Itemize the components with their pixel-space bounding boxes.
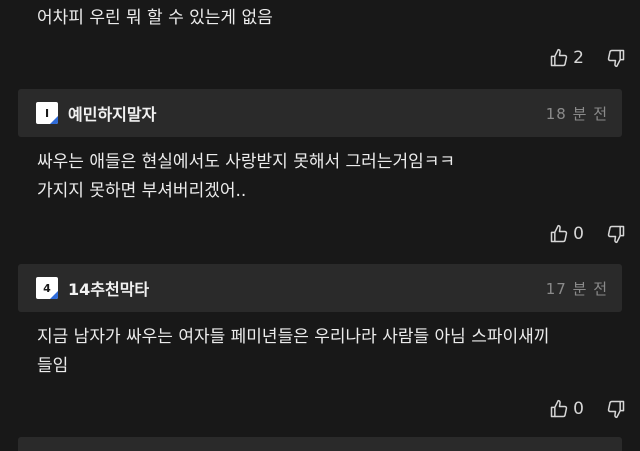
like-count: 0 — [573, 399, 584, 419]
comment-header: 4 14추천막타 17 분 전 — [18, 264, 622, 312]
comment-timestamp: 17 분 전 — [545, 279, 608, 298]
comment-thread: 어차피 우린 뭐 할 수 있는게 없음 2 I 예민하지말자 18 분 전 싸우… — [0, 0, 640, 451]
thumbs-down-icon — [607, 49, 625, 68]
like-button[interactable] — [549, 224, 569, 244]
comment-text: 싸우는 애들은 현실에서도 사랑받지 못해서 그러는거임ㅋㅋ 가지지 못하면 부… — [37, 152, 456, 201]
comment-actions: 0 — [549, 395, 626, 423]
like-count: 2 — [573, 48, 584, 68]
thumbs-down-icon — [607, 400, 625, 419]
author-nickname[interactable]: 예민하지말자 — [68, 101, 156, 125]
comment-actions: 2 — [549, 44, 626, 72]
dislike-button[interactable] — [606, 224, 626, 244]
thumbs-up-icon — [550, 399, 568, 418]
comment-text: 지금 남자가 싸우는 여자들 페미년들은 우리나라 사람들 아님 스파이새끼 들… — [37, 327, 550, 376]
comment-text: 어차피 우린 뭐 할 수 있는게 없음 — [37, 8, 273, 28]
level-badge-icon: I — [36, 102, 58, 124]
dislike-button[interactable] — [606, 48, 626, 68]
comment-actions: 0 — [549, 220, 626, 248]
level-badge-label: I — [44, 106, 50, 120]
thumbs-up-icon — [550, 224, 568, 243]
dislike-button[interactable] — [606, 399, 626, 419]
like-button[interactable] — [549, 399, 569, 419]
comment-timestamp: 18 분 전 — [545, 104, 608, 123]
like-button[interactable] — [549, 48, 569, 68]
next-comment-header — [18, 437, 622, 451]
like-count: 0 — [573, 224, 584, 244]
level-badge-icon: 4 — [36, 277, 58, 299]
author-nickname[interactable]: 14추천막타 — [68, 276, 149, 300]
thumbs-up-icon — [550, 48, 568, 67]
level-badge-label: 4 — [43, 281, 51, 295]
comment-header: I 예민하지말자 18 분 전 — [18, 89, 622, 137]
thumbs-down-icon — [607, 225, 625, 244]
